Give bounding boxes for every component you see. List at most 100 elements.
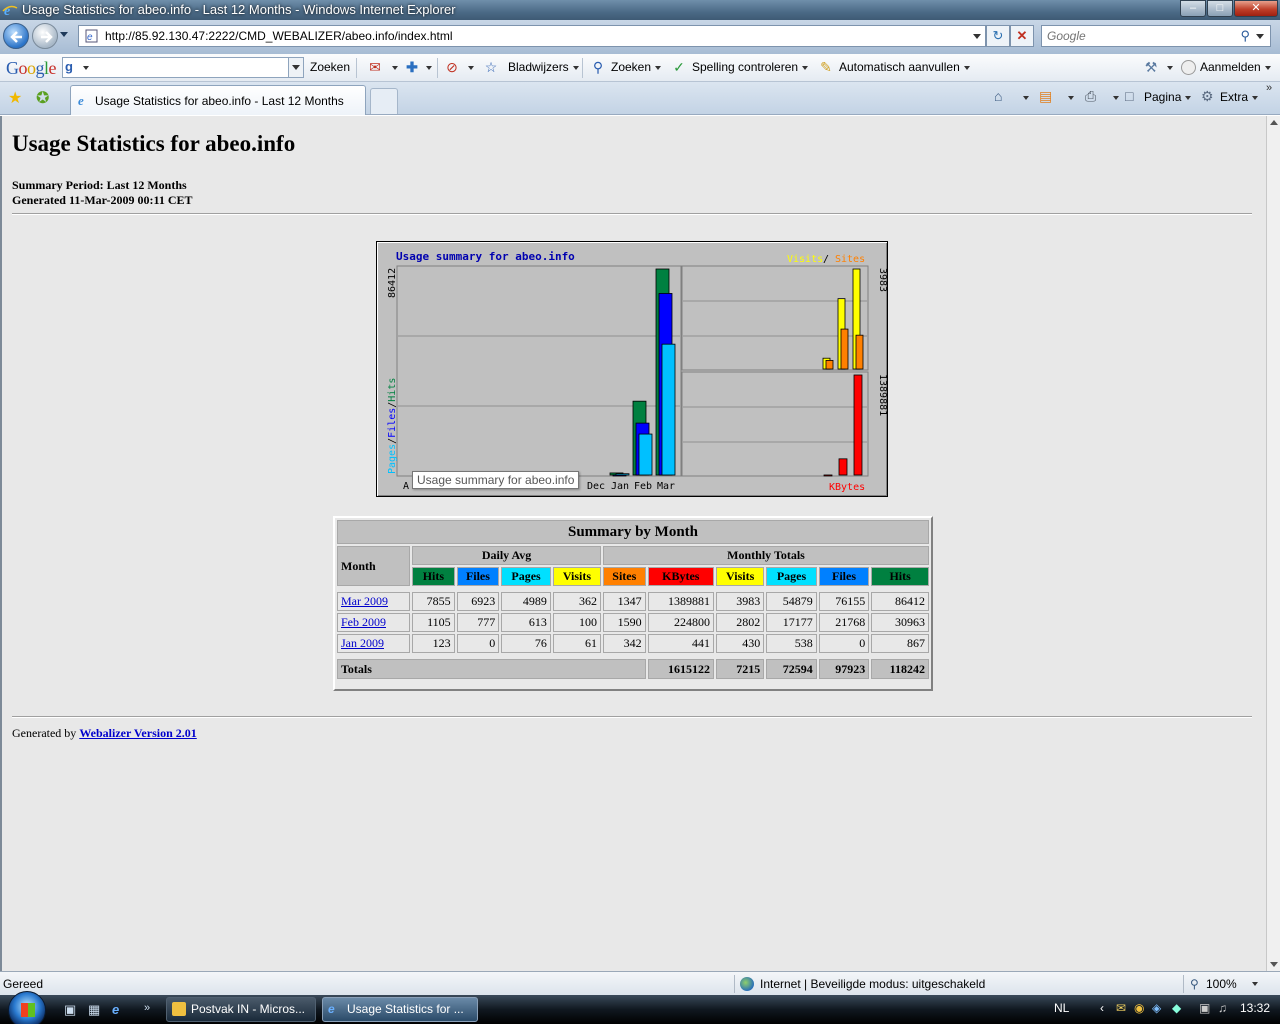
zoom-dropdown-icon[interactable]: [1252, 982, 1258, 986]
address-field[interactable]: e http://85.92.130.47:2222/CMD_WEBALIZER…: [78, 25, 986, 47]
tools-menu-label: Extra: [1220, 90, 1249, 104]
monthly-col-sites: Sites: [603, 567, 646, 586]
total-pages: 72594: [766, 659, 817, 679]
table-cell: 430: [716, 634, 765, 653]
toolbar-separator: [437, 58, 438, 78]
month-label-feb: Feb: [634, 481, 652, 492]
table-cell: 2802: [716, 613, 765, 632]
table-cell: 1590: [603, 613, 646, 632]
home-dropdown-icon[interactable]: [1023, 96, 1029, 100]
table-cell: 123: [412, 634, 455, 653]
google-history-dropdown[interactable]: [288, 58, 303, 77]
month-link[interactable]: Mar 2009: [341, 594, 388, 608]
clock[interactable]: 13:32: [1240, 1001, 1270, 1015]
bookmarks-menu[interactable]: Bladwijzers: [508, 60, 579, 74]
summary-period: Summary Period: Last 12 Months: [12, 178, 187, 192]
page-menu[interactable]: Pagina: [1144, 90, 1192, 104]
quicklaunch-more-icon[interactable]: »: [144, 1002, 150, 1014]
home-icon[interactable]: ⌂: [994, 88, 1002, 104]
chevron-more-icon[interactable]: »: [1266, 82, 1272, 94]
blocked-popups-icon[interactable]: ⊘: [444, 59, 460, 75]
show-desktop-icon[interactable]: ▣: [64, 1002, 76, 1018]
maximize-button[interactable]: □: [1207, 0, 1233, 17]
max-visits-label: 3983: [877, 268, 888, 292]
tools-menu[interactable]: Extra: [1220, 90, 1259, 104]
bar-kbytes: [823, 474, 833, 477]
vertical-scrollbar[interactable]: [1266, 116, 1280, 971]
divider: [12, 213, 1252, 215]
settings-dropdown-icon[interactable]: [1167, 66, 1173, 70]
history-dropdown-icon[interactable]: [60, 32, 68, 37]
bar-sites: [855, 334, 864, 370]
search-menu[interactable]: Zoeken: [611, 60, 662, 74]
add-dropdown-icon[interactable]: [426, 66, 432, 70]
wrench-icon[interactable]: ⚒: [1143, 59, 1159, 75]
month-link[interactable]: Feb 2009: [341, 615, 386, 629]
start-button[interactable]: [8, 991, 46, 1024]
switch-windows-icon[interactable]: ▦: [88, 1002, 100, 1018]
new-tab-button[interactable]: [370, 88, 398, 114]
spellcheck-menu[interactable]: Spelling controleren: [692, 60, 809, 74]
popup-dropdown-icon[interactable]: [392, 66, 398, 70]
legend-files: Files: [387, 408, 398, 438]
taskbar-ie-button[interactable]: e Usage Statistics for ...: [322, 997, 478, 1022]
toolbar-separator: [582, 58, 583, 78]
blocked-dropdown-icon[interactable]: [468, 66, 474, 70]
google-search-field[interactable]: g: [62, 57, 304, 78]
search-input[interactable]: [1042, 26, 1232, 46]
popup-blocker-icon[interactable]: ✉: [367, 59, 383, 75]
webalizer-link[interactable]: Webalizer Version 2.01: [79, 726, 196, 740]
volume-icon[interactable]: ♫: [1218, 1001, 1227, 1015]
google-g-dropdown-icon[interactable]: [83, 66, 89, 70]
daily-col-visits: Visits: [552, 567, 602, 586]
minimize-button[interactable]: –: [1180, 0, 1206, 17]
divider: [12, 716, 1252, 718]
feeds-dropdown-icon[interactable]: [1068, 96, 1074, 100]
table-cell: 7855: [412, 592, 455, 611]
status-divider: [1183, 975, 1184, 993]
mail-tray-icon[interactable]: ✉: [1116, 1001, 1126, 1015]
refresh-button[interactable]: ↻: [986, 25, 1010, 47]
feeds-icon[interactable]: ▤: [1039, 88, 1052, 105]
table-cell: 54879: [766, 592, 817, 611]
scroll-down-icon[interactable]: [1270, 962, 1278, 967]
bookmark-star-icon[interactable]: ☆: [483, 59, 499, 75]
table-cell: 86412: [871, 592, 929, 611]
google-toolbar: Google g Zoeken ✉ ✚ ⊘ ☆ Bladwijzers ⚲ Zo…: [0, 54, 1280, 82]
autofill-menu[interactable]: Automatisch aanvullen: [839, 60, 970, 74]
stop-button[interactable]: ✕: [1010, 25, 1034, 47]
add-favorite-icon[interactable]: ✪: [36, 88, 49, 108]
tray-expand-icon[interactable]: ‹: [1100, 1001, 1104, 1015]
window-title: Usage Statistics for abeo.info - Last 12…: [22, 2, 456, 17]
autofill-icon: ✎: [820, 59, 832, 75]
language-indicator[interactable]: NL: [1054, 1001, 1069, 1015]
add-button-icon[interactable]: ✚: [404, 59, 420, 75]
favorites-star-icon[interactable]: ★: [8, 88, 22, 108]
print-icon[interactable]: ⎙: [1085, 88, 1096, 105]
network-tray-icon[interactable]: ◈: [1152, 1001, 1161, 1015]
page-menu-label: Pagina: [1144, 90, 1182, 104]
outlook-tray-icon[interactable]: ◉: [1134, 1001, 1144, 1015]
month-link[interactable]: Jan 2009: [341, 636, 384, 650]
close-button[interactable]: ✕: [1234, 0, 1278, 17]
taskbar-outlook-button[interactable]: Postvak IN - Micros...: [166, 997, 316, 1022]
back-button[interactable]: [3, 23, 29, 49]
arrow-left-icon: [10, 31, 22, 43]
zoom-level[interactable]: 100%: [1206, 977, 1237, 991]
security-tray-icon[interactable]: ◆: [1172, 1001, 1181, 1015]
scroll-up-icon[interactable]: [1270, 120, 1278, 125]
connection-tray-icon[interactable]: ▣: [1199, 1001, 1210, 1015]
table-cell: 6923: [456, 592, 500, 611]
print-dropdown-icon[interactable]: [1113, 96, 1119, 100]
magnifier-icon: ⚲: [592, 59, 604, 75]
legend-left-stack: Pages/Files/Hits: [387, 378, 398, 474]
google-search-button[interactable]: Zoeken: [310, 60, 350, 74]
security-zone[interactable]: Internet | Beveiligde modus: uitgeschake…: [760, 977, 985, 991]
search-icon[interactable]: ⚲: [1240, 28, 1250, 44]
signin-menu[interactable]: Aanmelden: [1200, 60, 1271, 74]
address-dropdown-icon[interactable]: [973, 34, 981, 39]
ie-quicklaunch-icon[interactable]: e: [112, 1002, 119, 1017]
forward-button[interactable]: [32, 23, 58, 49]
search-dropdown-icon[interactable]: [1256, 34, 1264, 39]
tab-usage-statistics[interactable]: e Usage Statistics for abeo.info - Last …: [70, 85, 366, 115]
